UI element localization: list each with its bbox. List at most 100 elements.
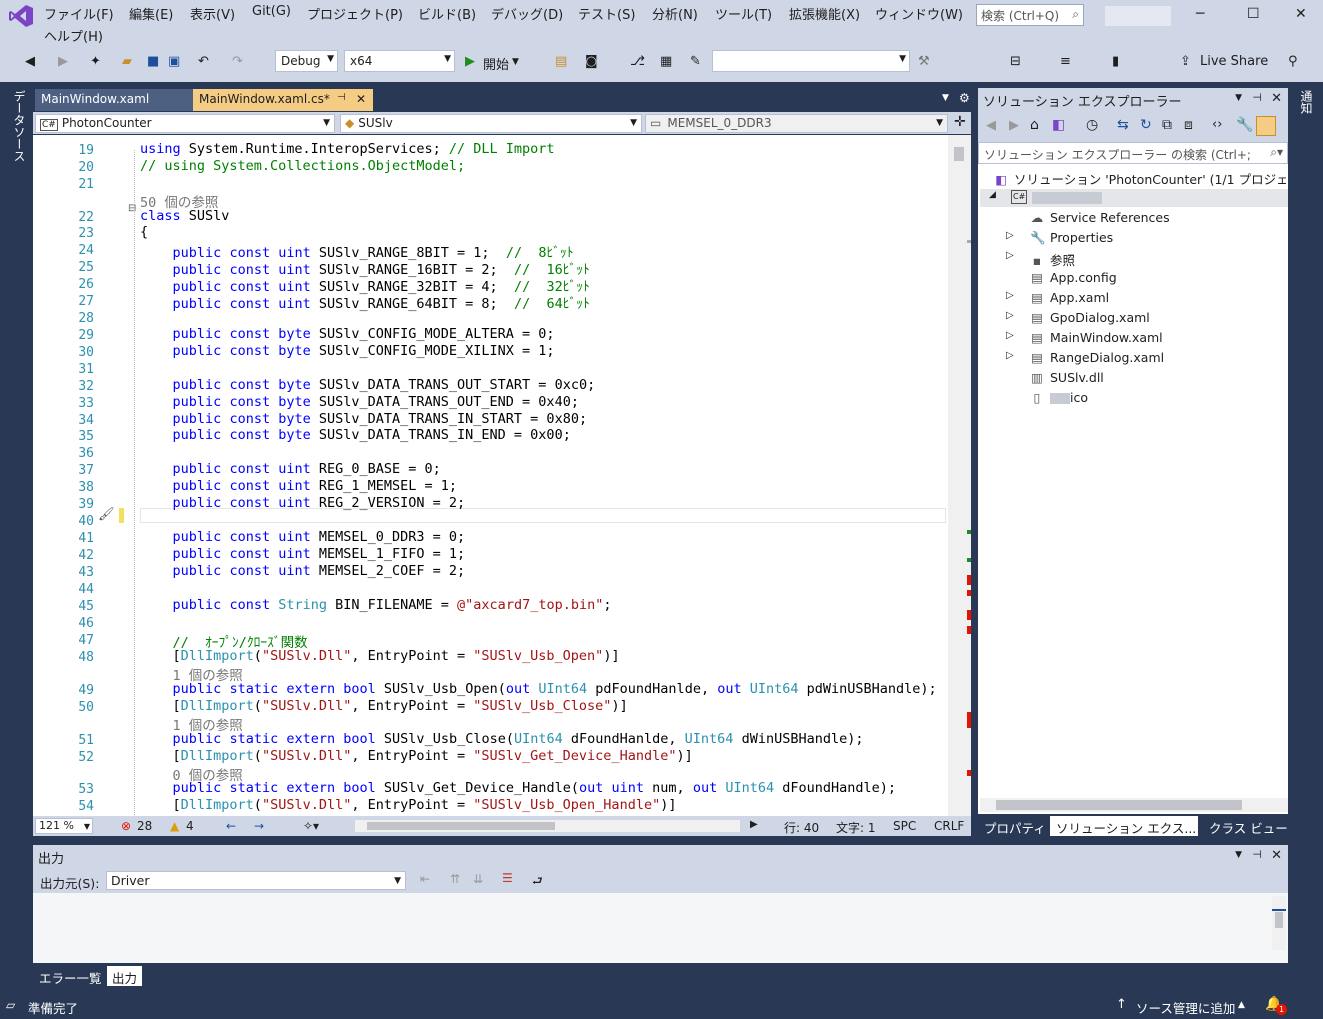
menu-item[interactable]: Git(G) <box>252 4 291 19</box>
pin-icon[interactable]: ⊣ <box>1252 848 1262 861</box>
previous-message-icon[interactable]: ⇈ <box>450 872 460 886</box>
menu-item[interactable]: ヘルプ(H) <box>44 26 103 45</box>
scroll-right-icon[interactable]: ▶ <box>750 819 758 830</box>
sync-icon[interactable]: ⇆ <box>1117 117 1129 133</box>
class-select[interactable]: ◆ SUSlv ▼ <box>340 114 642 133</box>
solution-item[interactable]: ▯ ico <box>1030 390 1088 405</box>
menu-item[interactable]: デバッグ(D) <box>491 4 563 23</box>
close-icon[interactable]: ✕ <box>1271 848 1282 863</box>
project-select[interactable]: C# PhotonCounter ▼ <box>35 114 335 133</box>
previous-issue-icon[interactable]: ← <box>226 819 236 833</box>
search-box[interactable]: 検索 (Ctrl+Q) ⌕ <box>976 4 1084 26</box>
clear-all-icon[interactable]: ☰ <box>502 871 513 885</box>
solution-node[interactable]: ◧ ソリューション 'PhotonCounter' (1/1 プロジェクト <box>994 169 1286 188</box>
history-icon[interactable]: ◷ <box>1086 117 1098 133</box>
start-button[interactable]: 開始 <box>483 54 509 73</box>
properties-icon[interactable]: 🔧 <box>1236 117 1253 133</box>
refresh-icon[interactable]: ↻ <box>1140 117 1152 133</box>
menu-item[interactable]: ウィンドウ(W) <box>875 4 963 23</box>
switch-views-icon[interactable]: ◧ <box>1052 117 1065 133</box>
notifications-tab[interactable]: 通知 <box>1298 90 1315 114</box>
save-icon[interactable]: ■ <box>147 54 159 69</box>
account-badge[interactable] <box>1105 6 1171 26</box>
zoom-select[interactable]: 121 % ▼ <box>35 818 93 834</box>
tab-mainwindow-xaml-cs[interactable]: MainWindow.xaml.cs* ⊣ ✕ <box>193 89 373 111</box>
share-icon[interactable]: ⇪ <box>1180 54 1191 69</box>
debug-tool-icon[interactable]: ⚒ <box>918 54 930 69</box>
menu-item[interactable]: ビルド(B) <box>418 4 476 23</box>
scroll-thumb[interactable] <box>1275 912 1283 928</box>
pin-icon[interactable]: ⊣ <box>337 92 346 103</box>
next-message-icon[interactable]: ⇊ <box>473 872 483 886</box>
find-in-files-icon[interactable]: ▤ <box>555 54 567 69</box>
solution-search-input[interactable]: ソリューション エクスプローラー の検索 (Ctrl+; ⌕▾ <box>978 142 1288 164</box>
tab-properties[interactable]: プロパティ <box>978 816 1052 836</box>
visual-studio-logo-icon[interactable] <box>8 4 34 28</box>
scroll-thumb[interactable] <box>367 822 555 830</box>
quick-action-icon[interactable]: 🖌 <box>98 507 115 522</box>
menu-item[interactable]: ツール(T) <box>715 4 772 23</box>
save-all-icon[interactable]: ▣ <box>168 54 180 69</box>
goto-location-icon[interactable]: ⇤ <box>420 872 430 886</box>
tab-list-icon[interactable]: ▼ <box>942 93 949 103</box>
expand-arrow-icon[interactable]: ▷ <box>1006 230 1014 241</box>
tab-error-list[interactable]: エラー一覧 <box>34 966 107 986</box>
solution-item[interactable]: ▤ MainWindow.xaml <box>1030 330 1163 345</box>
undo-icon[interactable]: ↶ <box>198 54 209 69</box>
solution-item[interactable]: ▤ GpoDialog.xaml <box>1030 310 1150 325</box>
expand-arrow-icon[interactable]: ▷ <box>1006 330 1014 341</box>
align-icon[interactable]: ⊟ <box>1010 54 1021 69</box>
solution-horizontal-scrollbar[interactable] <box>980 798 1288 812</box>
solution-item[interactable]: ▥ SUSlv.dll <box>1030 370 1104 385</box>
close-icon[interactable]: ✕ <box>1271 91 1282 106</box>
member-select[interactable]: ▭ MEMSEL_0_DDR3 ▼ <box>645 114 948 133</box>
line-indicator[interactable]: 行: 40 <box>784 819 819 836</box>
feedback-icon[interactable]: ⚲ <box>1288 54 1298 69</box>
minimize-icon[interactable]: ─ <box>1196 6 1204 22</box>
warning-count[interactable]: 4 <box>186 819 194 833</box>
word-wrap-icon[interactable]: ⮐ <box>532 872 543 893</box>
split-icon[interactable]: ✛ <box>954 114 966 130</box>
scroll-thumb[interactable] <box>954 147 964 161</box>
new-project-icon[interactable]: ✦ <box>90 54 101 69</box>
comment-icon[interactable]: ▦ <box>660 54 672 69</box>
menu-item[interactable]: 拡張機能(X) <box>789 4 860 23</box>
show-all-files-icon[interactable]: ⧈ <box>1184 117 1193 133</box>
expand-arrow-icon[interactable]: ▷ <box>1006 290 1014 301</box>
expand-arrow-icon[interactable]: ▷ <box>1006 350 1014 361</box>
data-sources-tab[interactable]: データソース <box>8 90 28 162</box>
menu-item[interactable]: 表示(V) <box>190 4 235 23</box>
collapse-all-icon[interactable]: ⧉ <box>1162 117 1172 133</box>
solution-item[interactable]: ▤ App.xaml <box>1030 290 1109 305</box>
pin-icon[interactable]: ⊣ <box>1252 91 1262 104</box>
menu-item[interactable]: 編集(E) <box>129 4 173 23</box>
close-icon[interactable]: ✕ <box>1295 6 1307 22</box>
collapse-icon[interactable]: ⊟ <box>128 203 136 214</box>
back-icon[interactable]: ◀ <box>986 118 996 133</box>
tool-icon[interactable]: ✎ <box>690 54 701 69</box>
whitespace-indicator[interactable]: SPC <box>893 819 916 833</box>
tab-solution-explorer[interactable]: ソリューション エクス... <box>1050 816 1198 836</box>
expanded-arrow-icon[interactable]: ◢ <box>989 190 996 200</box>
editor-horizontal-scrollbar[interactable] <box>355 820 740 832</box>
chevron-down-icon[interactable]: ▼ <box>1235 93 1242 103</box>
view-code-icon[interactable]: ‹› <box>1212 117 1222 132</box>
scroll-thumb[interactable] <box>996 800 1242 810</box>
menu-item[interactable]: テスト(S) <box>578 4 635 23</box>
platform-select[interactable]: x64 ▼ <box>344 50 455 72</box>
back-icon[interactable]: ◀ <box>25 54 35 69</box>
menu-item[interactable]: 分析(N) <box>652 4 698 23</box>
close-tab-icon[interactable]: ✕ <box>356 92 366 106</box>
expand-arrow-icon[interactable]: ▷ <box>1006 250 1014 261</box>
git-icon[interactable]: ⎇ <box>630 54 645 69</box>
bookmark-icon[interactable]: ▮ <box>1112 54 1119 69</box>
tab-mainwindow-xaml[interactable]: MainWindow.xaml <box>35 89 193 111</box>
startup-item-select[interactable]: ▼ <box>712 50 910 72</box>
solution-item[interactable]: ▤ RangeDialog.xaml <box>1030 350 1164 365</box>
maximize-icon[interactable]: ☐ <box>1247 6 1260 22</box>
start-icon[interactable]: ▶ <box>465 54 475 69</box>
output-text-area[interactable] <box>33 893 1288 963</box>
solution-item[interactable]: ☁ Service References <box>1030 210 1170 225</box>
indent-icon[interactable]: ≡ <box>1060 54 1071 69</box>
solution-item[interactable]: 🔧 Properties <box>1030 230 1113 246</box>
